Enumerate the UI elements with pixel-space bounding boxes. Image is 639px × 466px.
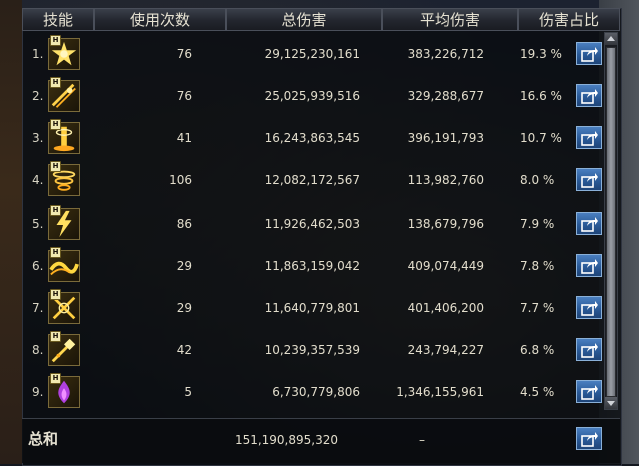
avg-damage: 138,679,796 bbox=[407, 217, 484, 231]
skill-row: 9. H 5 6,730,779,806 1,346,155,961 4.5 % bbox=[22, 372, 602, 412]
share-icon bbox=[581, 131, 598, 146]
damage-share: 7.7 % bbox=[520, 301, 555, 315]
avg-damage: 1,346,155,961 bbox=[396, 385, 484, 399]
scrollbar[interactable] bbox=[604, 32, 618, 410]
rank-number: 9. bbox=[32, 385, 44, 399]
uses-count: 42 bbox=[176, 343, 192, 357]
hotkey-badge: H bbox=[50, 373, 61, 384]
share-icon bbox=[581, 173, 598, 188]
hotkey-badge: H bbox=[50, 205, 61, 216]
total-damage: 25,025,939,516 bbox=[264, 89, 360, 103]
scroll-down-button[interactable] bbox=[605, 397, 617, 409]
share-row-button[interactable] bbox=[576, 168, 602, 191]
skill-row: 4. H 106 12,082,172,567 113,982,760 8.0 % bbox=[22, 160, 602, 200]
uses-count: 86 bbox=[176, 217, 192, 231]
damage-share: 6.8 % bbox=[520, 343, 555, 357]
total-damage: 16,243,863,545 bbox=[264, 131, 360, 145]
header-total-damage: 总伤害 bbox=[226, 8, 382, 31]
share-row-button[interactable] bbox=[576, 84, 602, 107]
uses-count: 76 bbox=[176, 89, 192, 103]
total-damage: 11,863,159,042 bbox=[264, 259, 360, 273]
hotkey-badge: H bbox=[50, 119, 61, 130]
uses-count: 76 bbox=[176, 47, 192, 61]
share-icon bbox=[581, 385, 598, 400]
damage-share: 8.0 % bbox=[520, 173, 555, 187]
uses-count: 5 bbox=[184, 385, 192, 399]
header-uses: 使用次数 bbox=[94, 8, 226, 31]
skill-row: 8. H 42 10,239,357,539 243,794,227 6.8 % bbox=[22, 330, 602, 370]
avg-damage: 329,288,677 bbox=[407, 89, 484, 103]
avg-damage: 113,982,760 bbox=[407, 173, 484, 187]
avg-damage: 409,074,449 bbox=[407, 259, 484, 273]
hotkey-badge: H bbox=[50, 35, 61, 46]
damage-share: 7.9 % bbox=[520, 217, 555, 231]
share-row-button[interactable] bbox=[576, 380, 602, 403]
table-header: 技能 使用次数 总伤害 平均伤害 伤害占比 bbox=[22, 8, 620, 32]
skill-row: 5. H 86 11,926,462,503 138,679,796 7.9 % bbox=[22, 204, 602, 244]
skill-row: 7. H 29 11,640,779,801 401,406,200 7.7 % bbox=[22, 288, 602, 328]
share-row-button[interactable] bbox=[576, 296, 602, 319]
share-row-button[interactable] bbox=[576, 254, 602, 277]
chevron-down-icon bbox=[607, 401, 615, 406]
scroll-thumb[interactable] bbox=[606, 47, 616, 397]
skill-row: 2. H 76 25,025,939,516 329,288,677 16.6 % bbox=[22, 76, 602, 116]
damage-share: 19.3 % bbox=[520, 47, 562, 61]
total-damage: 12,082,172,567 bbox=[264, 173, 360, 187]
hotkey-badge: H bbox=[50, 289, 61, 300]
header-avg-damage: 平均伤害 bbox=[382, 8, 518, 31]
header-damage-share: 伤害占比 bbox=[518, 8, 620, 31]
avg-damage: 401,406,200 bbox=[407, 301, 484, 315]
total-damage: 29,125,230,161 bbox=[264, 47, 360, 61]
rank-number: 5. bbox=[32, 217, 44, 231]
left-edge-background bbox=[0, 0, 22, 464]
avg-damage: 243,794,227 bbox=[407, 343, 484, 357]
share-icon bbox=[581, 89, 598, 104]
scroll-up-button[interactable] bbox=[605, 33, 617, 45]
total-damage: 6,730,779,806 bbox=[272, 385, 360, 399]
hotkey-badge: H bbox=[50, 77, 61, 88]
rank-number: 8. bbox=[32, 343, 44, 357]
damage-share: 7.8 % bbox=[520, 259, 555, 273]
uses-count: 106 bbox=[169, 173, 192, 187]
hotkey-badge: H bbox=[50, 161, 61, 172]
damage-share: 16.6 % bbox=[520, 89, 562, 103]
skill-row: 3. H 41 16,243,863,545 396,191,793 10.7 % bbox=[22, 118, 602, 158]
share-icon bbox=[581, 301, 598, 316]
skill-row: 6. H 29 11,863,159,042 409,074,449 7.8 % bbox=[22, 246, 602, 286]
rank-number: 1. bbox=[32, 47, 44, 61]
total-damage: 11,926,462,503 bbox=[264, 217, 360, 231]
avg-damage: 383,226,712 bbox=[407, 47, 484, 61]
uses-count: 29 bbox=[176, 259, 192, 273]
avg-damage: 396,191,793 bbox=[407, 131, 484, 145]
damage-share: 10.7 % bbox=[520, 131, 562, 145]
rank-number: 3. bbox=[32, 131, 44, 145]
share-icon bbox=[581, 47, 598, 62]
share-row-button[interactable] bbox=[576, 338, 602, 361]
rank-number: 7. bbox=[32, 301, 44, 315]
rank-number: 6. bbox=[32, 259, 44, 273]
rank-number: 4. bbox=[32, 173, 44, 187]
share-row-button[interactable] bbox=[576, 42, 602, 65]
share-total-button[interactable] bbox=[576, 427, 602, 450]
total-damage: 10,239,357,539 bbox=[264, 343, 360, 357]
uses-count: 29 bbox=[176, 301, 192, 315]
damage-share: 4.5 % bbox=[520, 385, 555, 399]
total-damage: 11,640,779,801 bbox=[264, 301, 360, 315]
share-row-button[interactable] bbox=[576, 126, 602, 149]
skill-row: 1. H 76 29,125,230,161 383,226,712 19.3 % bbox=[22, 34, 602, 74]
header-skill: 技能 bbox=[22, 8, 94, 31]
share-icon bbox=[581, 343, 598, 358]
total-avg-damage: – bbox=[419, 433, 425, 447]
chevron-up-icon bbox=[607, 36, 615, 41]
share-icon bbox=[581, 432, 598, 447]
share-icon bbox=[581, 259, 598, 274]
hotkey-badge: H bbox=[50, 247, 61, 258]
hotkey-badge: H bbox=[50, 331, 61, 342]
uses-count: 41 bbox=[176, 131, 192, 145]
total-damage-sum: 151,190,895,320 bbox=[234, 433, 338, 447]
share-icon bbox=[581, 217, 598, 232]
share-row-button[interactable] bbox=[576, 212, 602, 235]
rank-number: 2. bbox=[32, 89, 44, 103]
